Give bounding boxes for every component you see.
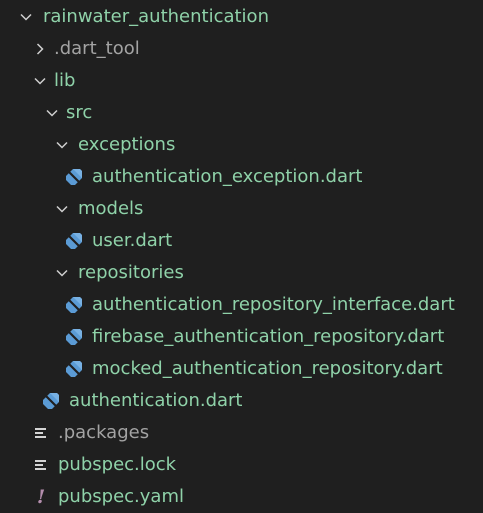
chevron-down-icon[interactable] xyxy=(54,193,70,225)
file-user-dart[interactable]: user.dart xyxy=(0,225,483,257)
file-pubspec-yaml[interactable]: ! pubspec.yaml xyxy=(0,481,483,513)
folder-lib[interactable]: lib xyxy=(0,65,483,97)
chevron-down-icon[interactable] xyxy=(54,129,70,161)
file-authentication-repository-interface-dart[interactable]: authentication_repository_interface.dart xyxy=(0,289,483,321)
file-packages[interactable]: .packages xyxy=(0,417,483,449)
folder-label: lib xyxy=(54,70,76,91)
file-label: mocked_authentication_repository.dart xyxy=(92,358,443,379)
file-firebase-authentication-repository-dart[interactable]: firebase_authentication_repository.dart xyxy=(0,321,483,353)
file-label: firebase_authentication_repository.dart xyxy=(92,326,445,347)
file-label: authentication_exception.dart xyxy=(92,166,363,187)
file-authentication-exception-dart[interactable]: authentication_exception.dart xyxy=(0,161,483,193)
file-explorer-tree: rainwater_authentication .dart_tool lib … xyxy=(0,0,483,512)
file-label: authentication.dart xyxy=(69,390,243,411)
file-pubspec-lock[interactable]: pubspec.lock xyxy=(0,449,483,481)
folder-label: src xyxy=(66,102,93,123)
file-label: authentication_repository_interface.dart xyxy=(92,294,455,315)
dart-file-icon xyxy=(64,353,84,385)
chevron-right-icon[interactable] xyxy=(32,33,48,65)
file-authentication-dart[interactable]: authentication.dart xyxy=(0,385,483,417)
tree-root-rainwater-authentication[interactable]: rainwater_authentication xyxy=(0,1,483,33)
folder-src[interactable]: src xyxy=(0,97,483,129)
folder-exceptions[interactable]: exceptions xyxy=(0,129,483,161)
dart-file-icon xyxy=(64,225,84,257)
lines-file-icon xyxy=(31,417,51,449)
file-label: user.dart xyxy=(92,230,173,251)
folder-dart-tool[interactable]: .dart_tool xyxy=(0,33,483,65)
folder-repositories[interactable]: repositories xyxy=(0,257,483,289)
chevron-down-icon[interactable] xyxy=(54,257,70,289)
chevron-down-icon[interactable] xyxy=(18,1,34,33)
folder-models[interactable]: models xyxy=(0,193,483,225)
dart-file-icon xyxy=(64,161,84,193)
folder-label: exceptions xyxy=(78,134,176,155)
folder-label: repositories xyxy=(78,262,184,283)
file-label: pubspec.yaml xyxy=(58,486,184,507)
folder-label: .dart_tool xyxy=(54,38,140,59)
tree-root-label: rainwater_authentication xyxy=(43,6,269,27)
file-label: .packages xyxy=(58,422,150,443)
dart-file-icon xyxy=(41,385,61,417)
chevron-down-icon[interactable] xyxy=(44,97,60,129)
lines-file-icon xyxy=(31,449,51,481)
dart-file-icon xyxy=(64,289,84,321)
chevron-down-icon[interactable] xyxy=(32,65,48,97)
exclamation-icon: ! xyxy=(36,486,46,508)
folder-label: models xyxy=(78,198,144,219)
dart-file-icon xyxy=(64,321,84,353)
file-mocked-authentication-repository-dart[interactable]: mocked_authentication_repository.dart xyxy=(0,353,483,385)
file-label: pubspec.lock xyxy=(58,454,177,475)
